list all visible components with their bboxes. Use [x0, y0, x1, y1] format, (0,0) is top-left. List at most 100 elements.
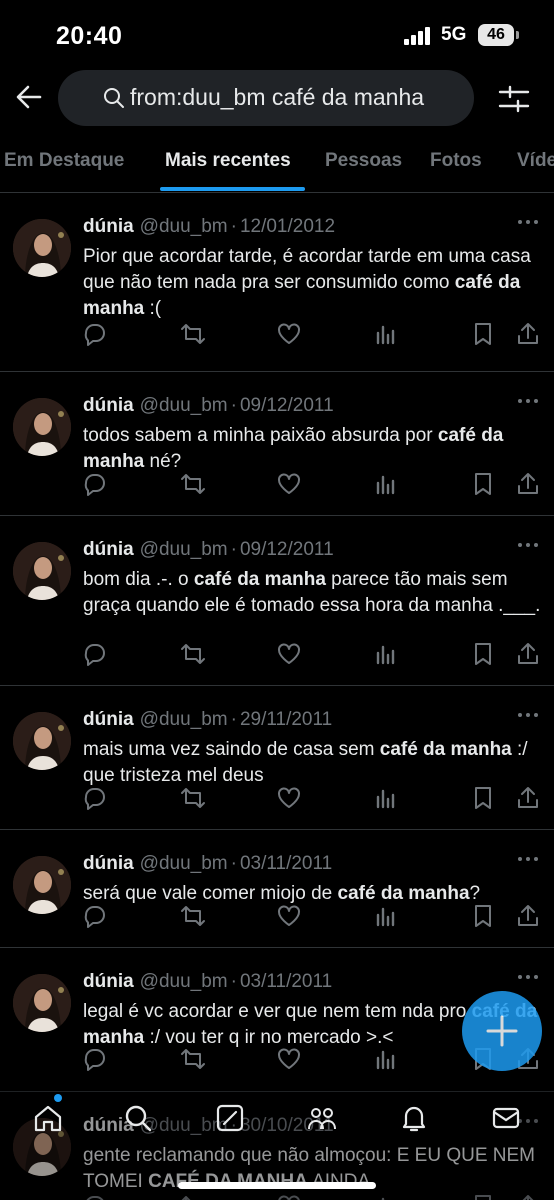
tweet-text: todos sabem a minha paixão absurda por c… — [83, 425, 504, 472]
user-handle[interactable]: @duu_bm — [140, 539, 228, 560]
user-handle[interactable]: @duu_bm — [140, 971, 228, 992]
views-icon[interactable] — [373, 1046, 399, 1072]
tab-pessoas[interactable]: Pessoas — [325, 150, 402, 172]
avatar[interactable] — [13, 712, 71, 770]
more-icon[interactable] — [517, 217, 539, 227]
reply-icon[interactable] — [82, 785, 108, 811]
explore-icon[interactable] — [122, 1102, 154, 1134]
tab-videos[interactable]: Víde — [517, 150, 554, 172]
like-icon[interactable] — [276, 1046, 302, 1072]
bookmark-icon[interactable] — [470, 471, 496, 497]
retweet-icon[interactable] — [180, 321, 206, 347]
reply-icon[interactable] — [82, 641, 108, 667]
messages-icon[interactable] — [490, 1102, 522, 1134]
reply-icon[interactable] — [82, 321, 108, 347]
share-icon[interactable] — [515, 903, 541, 929]
retweet-icon[interactable] — [180, 785, 206, 811]
search-query: from:duu_bm café da manha — [130, 84, 425, 110]
home-indicator[interactable] — [178, 1182, 376, 1189]
display-name[interactable]: dúnia — [83, 853, 134, 874]
display-name[interactable]: dúnia — [83, 539, 134, 560]
user-handle[interactable]: @duu_bm — [140, 853, 228, 874]
grok-icon[interactable] — [214, 1102, 246, 1134]
like-icon[interactable] — [276, 903, 302, 929]
separator-dot: · — [230, 395, 237, 416]
filter-icon[interactable] — [498, 84, 530, 114]
tweet-text: Pior que acordar tarde, é acordar tarde … — [83, 246, 531, 319]
tweet[interactable]: dúnia @duu_bm · 09/12/2011 bom dia .-. o caf… — [0, 516, 554, 686]
user-handle[interactable]: @duu_bm — [140, 395, 228, 416]
views-icon[interactable] — [373, 471, 399, 497]
like-icon[interactable] — [276, 785, 302, 811]
share-icon[interactable] — [515, 785, 541, 811]
tweet-date[interactable]: 29/11/2011 — [240, 709, 332, 730]
share-icon[interactable] — [515, 471, 541, 497]
avatar[interactable] — [13, 219, 71, 277]
tweet-text: bom dia .-. o café da manha parece tão m… — [83, 569, 541, 616]
network-type: 5G — [441, 24, 467, 45]
avatar[interactable] — [13, 542, 71, 600]
retweet-icon[interactable] — [180, 1046, 206, 1072]
search-header: from:duu_bm café da manha — [0, 70, 554, 128]
tweet[interactable]: dúnia @duu_bm · 09/12/2011 todos sabem a min… — [0, 372, 554, 516]
like-icon[interactable] — [276, 321, 302, 347]
display-name[interactable]: dúnia — [83, 216, 134, 237]
notifications-icon[interactable] — [398, 1102, 430, 1134]
tweet-header: dúnia @duu_bm · 29/11/2011 — [83, 709, 332, 731]
tweet-actions — [0, 785, 554, 811]
display-name[interactable]: dúnia — [83, 395, 134, 416]
bookmark-icon[interactable] — [470, 903, 496, 929]
retweet-icon[interactable] — [180, 903, 206, 929]
reply-icon[interactable] — [82, 903, 108, 929]
more-icon[interactable] — [517, 854, 539, 864]
tab-mais-recentes[interactable]: Mais recentes — [165, 150, 291, 172]
bookmark-icon[interactable] — [470, 641, 496, 667]
retweet-icon[interactable] — [180, 641, 206, 667]
tab-fotos[interactable]: Fotos — [430, 150, 482, 172]
display-name[interactable]: dúnia — [83, 971, 134, 992]
tweet[interactable]: dúnia @duu_bm · 29/11/2011 mais uma vez sain… — [0, 686, 554, 830]
avatar[interactable] — [13, 398, 71, 456]
tweet[interactable]: dúnia @duu_bm · 12/01/2012 Pior que acordar … — [0, 193, 554, 372]
user-handle[interactable]: @duu_bm — [140, 709, 228, 730]
views-icon[interactable] — [373, 641, 399, 667]
tweet-text: mais uma vez saindo de casa sem café da … — [83, 739, 528, 786]
reply-icon[interactable] — [82, 471, 108, 497]
user-handle[interactable]: @duu_bm — [140, 216, 228, 237]
reply-icon[interactable] — [82, 1046, 108, 1072]
like-icon[interactable] — [276, 471, 302, 497]
communities-icon[interactable] — [306, 1102, 338, 1134]
compose-button[interactable] — [462, 991, 542, 1071]
display-name[interactable]: dúnia — [83, 709, 134, 730]
more-icon[interactable] — [517, 972, 539, 982]
more-icon[interactable] — [517, 540, 539, 550]
retweet-icon[interactable] — [180, 471, 206, 497]
home-icon[interactable] — [32, 1102, 64, 1134]
tweet-header: dúnia @duu_bm · 09/12/2011 — [83, 539, 334, 561]
tweet-date[interactable]: 09/12/2011 — [240, 539, 334, 560]
more-icon[interactable] — [517, 710, 539, 720]
views-icon[interactable] — [373, 321, 399, 347]
tweet-actions — [0, 471, 554, 497]
share-icon[interactable] — [515, 321, 541, 347]
views-icon[interactable] — [373, 903, 399, 929]
search-input[interactable]: from:duu_bm café da manha — [58, 70, 474, 126]
tweet-date[interactable]: 03/11/2011 — [240, 853, 332, 874]
views-icon[interactable] — [373, 785, 399, 811]
more-icon[interactable] — [517, 396, 539, 406]
like-icon[interactable] — [276, 641, 302, 667]
bookmark-icon[interactable] — [470, 785, 496, 811]
tweet-header: dúnia @duu_bm · 12/01/2012 — [83, 216, 335, 238]
avatar[interactable] — [13, 974, 71, 1032]
back-arrow-icon[interactable] — [14, 82, 44, 112]
tweet[interactable]: dúnia @duu_bm · 03/11/2011 será que vale com… — [0, 830, 554, 948]
separator-dot: · — [230, 539, 237, 560]
bookmark-icon[interactable] — [470, 321, 496, 347]
tweet-date[interactable]: 12/01/2012 — [240, 216, 335, 237]
share-icon[interactable] — [515, 641, 541, 667]
active-tab-indicator — [160, 187, 305, 191]
tweet-date[interactable]: 09/12/2011 — [240, 395, 334, 416]
tweet-date[interactable]: 03/11/2011 — [240, 971, 332, 992]
tab-em-destaque[interactable]: Em Destaque — [4, 150, 124, 172]
tweet-actions — [0, 321, 554, 347]
